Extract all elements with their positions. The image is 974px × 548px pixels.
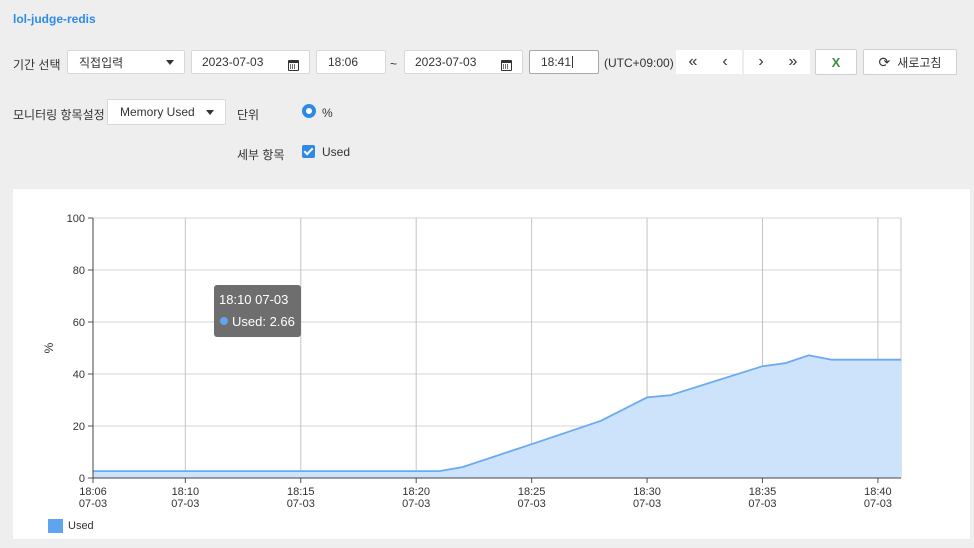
start-time-field[interactable]: 18:06 [316, 50, 386, 74]
period-label: 기간 선택 [13, 58, 61, 72]
chart-panel: 0 20 40 60 80 100 18:06 07-03 18:10 07-03 18:15 07-… [13, 189, 970, 539]
first-page-button[interactable]: « [676, 50, 710, 74]
x-tick-label: 18:20 [402, 486, 430, 498]
calendar-icon[interactable] [501, 60, 512, 71]
x-tick-label: 18:35 [749, 486, 777, 498]
y-tick-label: 60 [73, 317, 85, 329]
legend-swatch [48, 519, 63, 533]
used-checkbox[interactable] [302, 145, 315, 158]
app-title: lol-judge-redis [13, 12, 96, 26]
y-tick-label: 0 [79, 473, 85, 485]
period-mode-select[interactable]: 직접입력 [67, 50, 185, 74]
range-separator: ~ [390, 57, 398, 71]
tooltip-title: 18:10 07-03 [219, 292, 288, 307]
x-tick-date-label: 07-03 [518, 498, 546, 510]
start-date-field[interactable]: 2023-07-03 [191, 50, 310, 74]
monitor-label: 모니터링 항목설정 [13, 108, 105, 122]
text-cursor [572, 56, 574, 68]
period-mode-value: 직접입력 [79, 55, 124, 70]
x-tick-date-label: 07-03 [748, 498, 776, 510]
x-tick-label: 18:15 [287, 486, 315, 498]
x-tick-date-label: 07-03 [287, 498, 315, 510]
refresh-button[interactable]: ⟳ 새로고침 [863, 49, 957, 75]
y-tick-label: 40 [73, 369, 85, 381]
start-time-value: 18:06 [328, 55, 359, 69]
y-tick-label: 80 [73, 265, 85, 277]
end-time-value: 18:41 [541, 55, 572, 69]
end-time-field[interactable]: 18:41 [529, 50, 599, 74]
tooltip-value: Used: 2.66 [232, 314, 295, 329]
chevron-down-icon [206, 110, 214, 115]
x-tick-date-label: 07-03 [402, 498, 430, 510]
refresh-icon: ⟳ [878, 53, 891, 70]
end-date-value: 2023-07-03 [415, 55, 477, 69]
tooltip: 18:10 07-03 Used: 2.66 [214, 285, 301, 337]
y-tick-label: 20 [73, 421, 85, 433]
last-page-button[interactable]: » [776, 50, 810, 74]
x-tick-label: 18:40 [864, 486, 892, 498]
y-tick-label: 100 [67, 213, 85, 225]
x-tick-label: 18:25 [518, 486, 546, 498]
excel-icon: X [831, 54, 841, 70]
end-date-field[interactable]: 2023-07-03 [404, 50, 523, 74]
x-tick-date-label: 07-03 [633, 498, 661, 510]
start-date-value: 2023-07-03 [202, 55, 264, 69]
detail-label: 세부 항목 [237, 148, 285, 162]
unit-label: 단위 [237, 108, 260, 122]
excel-export-button[interactable]: X [815, 49, 857, 75]
metric-select[interactable]: Memory Used [107, 99, 226, 125]
unit-percent-radio[interactable] [302, 104, 316, 118]
x-tick-label: 18:10 [172, 486, 200, 498]
calendar-icon[interactable] [288, 60, 299, 71]
next-page-button[interactable]: › [744, 50, 778, 74]
x-tick-label: 18:06 [79, 486, 107, 498]
x-tick-date-label: 07-03 [79, 498, 107, 510]
unit-percent-label: % [322, 106, 333, 120]
legend-label: Used [68, 520, 94, 532]
x-tick-date-label: 07-03 [864, 498, 892, 510]
tooltip-series-dot [220, 317, 228, 325]
prev-page-button[interactable]: ‹ [708, 50, 742, 74]
x-tick-date-label: 07-03 [171, 498, 199, 510]
x-tick-label: 18:30 [633, 486, 661, 498]
used-checkbox-label: Used [322, 145, 351, 159]
legend[interactable]: Used [48, 519, 94, 533]
chevron-down-icon [166, 60, 174, 65]
metric-value: Memory Used [120, 105, 195, 119]
refresh-label: 새로고침 [897, 55, 942, 70]
memory-chart: 02040608010018:0607-0318:1007-0318:1507-… [42, 213, 902, 533]
y-axis-label: % [42, 342, 56, 353]
timezone-label: (UTC+09:00) [604, 56, 674, 70]
